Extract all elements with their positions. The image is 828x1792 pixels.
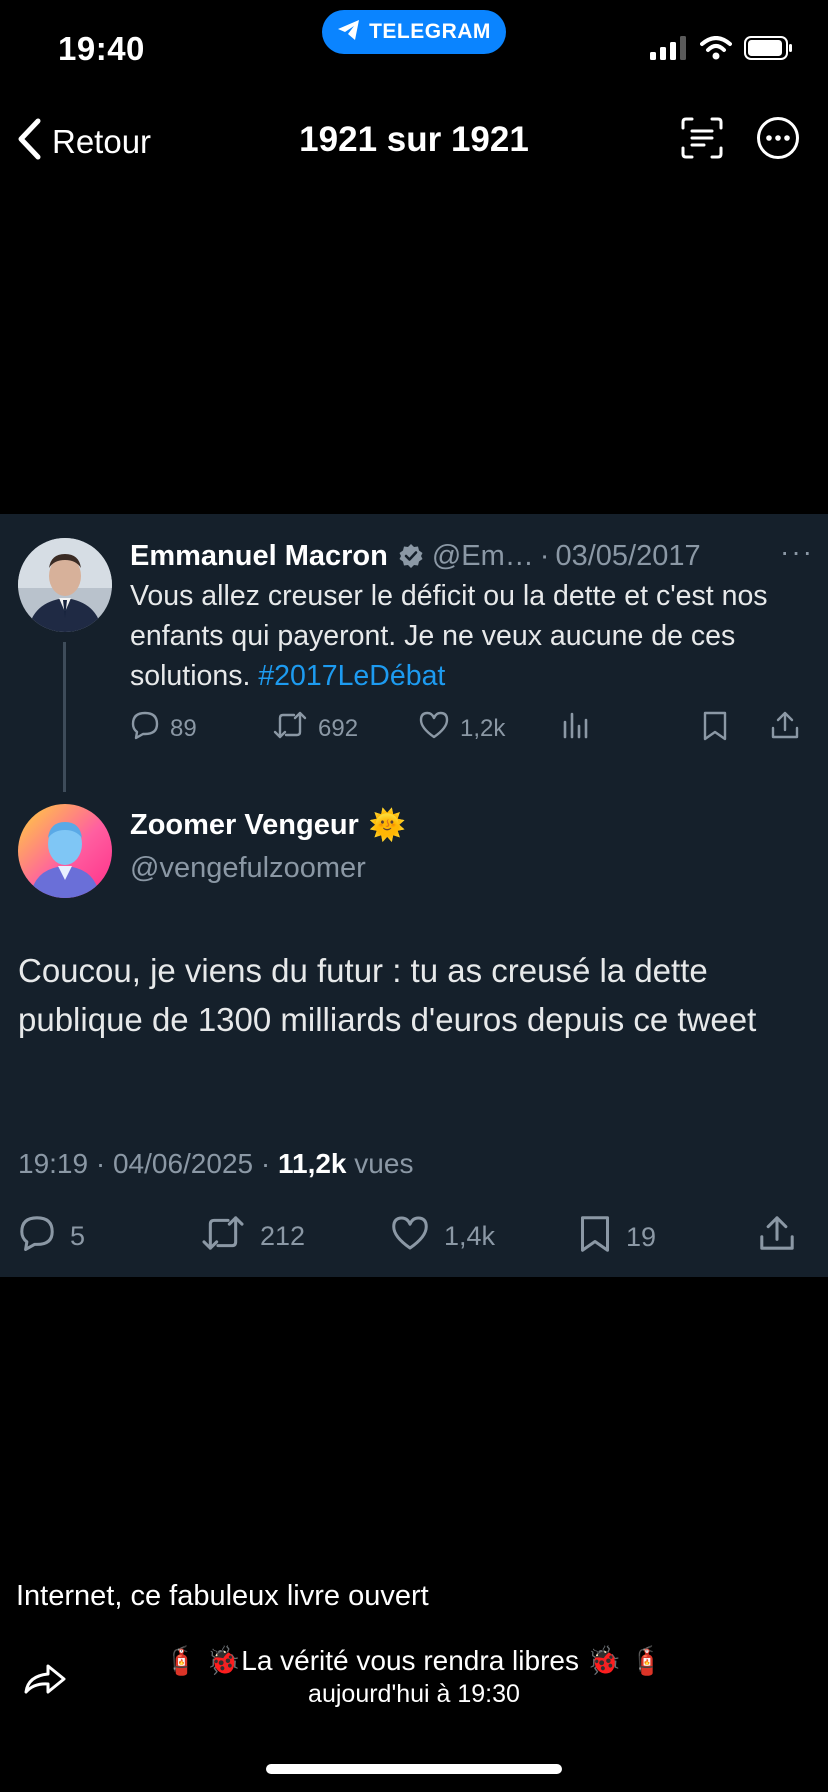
verified-icon: [398, 543, 424, 569]
bookmark-icon: [578, 1214, 612, 1261]
like-count: 1,4k: [444, 1221, 496, 1251]
analytics-button[interactable]: [560, 710, 590, 747]
tweet-more-button[interactable]: ···: [780, 536, 814, 568]
avatar[interactable]: [18, 538, 112, 632]
retweet-button[interactable]: 692: [272, 710, 358, 747]
share-icon: [770, 710, 800, 747]
reply-tweet-actions: 5 212 1,4k 19: [18, 1214, 818, 1258]
views-label: vues: [346, 1148, 414, 1179]
like-icon: [418, 710, 450, 747]
share-button[interactable]: [758, 1214, 796, 1259]
author-name[interactable]: Emmanuel Macron: [130, 540, 388, 573]
channel-name[interactable]: 🧯 🐞La vérité vous rendra libres 🐞 🧯: [0, 1644, 828, 1677]
bookmark-button[interactable]: 19: [578, 1214, 656, 1261]
reply-tweet-text: Coucou, je viens du futur : tu as creusé…: [18, 952, 757, 1038]
status-bar: 19:40 TELEGRAM: [0, 0, 828, 100]
avatar[interactable]: [18, 804, 112, 898]
status-time: 19:40: [58, 30, 145, 67]
like-icon: [390, 1214, 430, 1259]
wifi-icon: [700, 36, 732, 65]
like-count: 1,2k: [460, 714, 506, 742]
reply-count: 5: [70, 1221, 86, 1251]
tweet-timestamp: 19:19 · 04/06/2025 ·: [18, 1148, 278, 1179]
battery-icon: [744, 36, 794, 65]
signal-icon: [650, 36, 688, 65]
retweet-icon: [200, 1214, 246, 1259]
telegram-pill-label: TELEGRAM: [369, 20, 491, 43]
telegram-icon: [337, 19, 361, 46]
tweet-meta: 19:19 · 04/06/2025 · 11,2k vues: [18, 1148, 413, 1180]
retweet-icon: [272, 710, 308, 747]
separator: ·: [539, 539, 550, 572]
nav-bar: Retour 1921 sur 1921: [0, 110, 828, 170]
share-button[interactable]: [770, 710, 800, 747]
retweet-button[interactable]: 212: [200, 1214, 305, 1259]
quoted-tweet-actions: 89 692 1,2k: [130, 710, 810, 750]
telegram-pill[interactable]: TELEGRAM: [322, 10, 506, 54]
status-indicators: [650, 36, 794, 65]
quoted-tweet-header: Emmanuel Macron @Em… · 03/05/2017 ···: [130, 536, 820, 576]
reply-button[interactable]: 89: [130, 710, 197, 747]
bookmark-count: 19: [626, 1222, 657, 1252]
bookmark-button[interactable]: [702, 710, 728, 749]
like-button[interactable]: 1,2k: [418, 710, 505, 747]
author-handle[interactable]: @vengefulzoomer: [130, 852, 366, 885]
reply-icon: [18, 1214, 56, 1259]
share-icon: [758, 1214, 796, 1259]
views-count: 11,2k: [277, 1148, 347, 1179]
reply-author-row: Zoomer Vengeur 🌞: [130, 808, 406, 843]
reply-button[interactable]: 5: [18, 1214, 85, 1259]
post-caption: Internet, ce fabuleux livre ouvert: [16, 1580, 429, 1612]
bookmark-icon: [702, 710, 728, 749]
retweet-count: 692: [318, 714, 359, 742]
quoted-tweet-text: Vous allez creuser le déficit ou la dett…: [130, 576, 810, 696]
more-icon[interactable]: [756, 116, 800, 165]
reply-count: 89: [170, 714, 197, 742]
sun-emoji: 🌞: [368, 809, 407, 842]
author-handle: @Em…: [431, 539, 534, 572]
reply-icon: [130, 710, 160, 747]
tweet-date: 03/05/2017: [555, 539, 701, 572]
tweet-card[interactable]: Emmanuel Macron @Em… · 03/05/2017 ··· Vo…: [0, 514, 828, 1277]
analytics-icon: [560, 710, 590, 747]
quoted-tweet-body: Vous allez creuser le déficit ou la dett…: [130, 580, 768, 692]
hashtag-link[interactable]: #2017LeDébat: [258, 660, 445, 692]
retweet-count: 212: [260, 1221, 306, 1251]
post-time: aujourd'hui à 19:30: [308, 1680, 520, 1708]
thread-line: [63, 642, 66, 792]
scan-text-icon[interactable]: [680, 116, 724, 165]
like-button[interactable]: 1,4k: [390, 1214, 495, 1259]
home-indicator[interactable]: [266, 1764, 562, 1774]
author-name[interactable]: Zoomer Vengeur: [130, 809, 359, 842]
